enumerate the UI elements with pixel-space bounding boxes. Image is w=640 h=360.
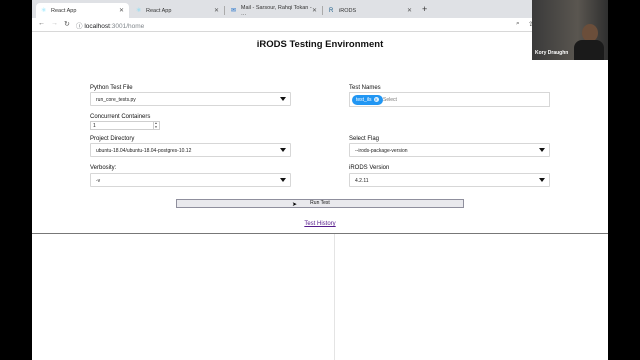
project-directory-label: Project Directory bbox=[90, 136, 135, 142]
close-icon[interactable]: ✕ bbox=[407, 7, 412, 14]
concurrent-containers-label: Concurrent Containers bbox=[90, 114, 151, 120]
run-test-button[interactable]: Run Test bbox=[176, 199, 464, 208]
browser-toolbar: ← → ↻ ⓘ localhost:3001/home ⌕ ⇪ bbox=[32, 18, 608, 32]
chevron-down-icon bbox=[539, 178, 545, 182]
irods-icon: R bbox=[329, 7, 334, 14]
concurrent-containers-input[interactable]: 1 ▲ ▼ bbox=[90, 121, 160, 130]
participant-name: Kory Draughn bbox=[535, 50, 569, 56]
browser-window: ⚛ React App ✕ ⚛ React App ✕ ✉ Mail - Sar… bbox=[32, 0, 608, 360]
verbosity-select[interactable]: -v bbox=[90, 173, 291, 187]
irods-version-label: iRODS Version bbox=[349, 165, 390, 171]
stepper-icon[interactable]: ▲ ▼ bbox=[153, 121, 158, 129]
close-icon[interactable]: ✕ bbox=[214, 7, 219, 14]
test-names-placeholder: Select bbox=[383, 97, 397, 103]
test-name-chip[interactable]: test_ils ✕ bbox=[352, 95, 383, 105]
tab-mail[interactable]: ✉ Mail - Sarsour, Rahqi Tokan - … ✕ bbox=[226, 3, 323, 18]
address-bar[interactable]: ⓘ localhost:3001/home bbox=[76, 20, 144, 30]
tab-separator bbox=[224, 6, 225, 15]
new-tab-button[interactable]: + bbox=[422, 4, 427, 14]
page-title: iRODS Testing Environment bbox=[256, 39, 384, 50]
mail-icon: ✉ bbox=[231, 7, 237, 14]
chevron-down-icon bbox=[539, 148, 545, 152]
close-icon[interactable]: ✕ bbox=[312, 7, 317, 14]
irods-version-select[interactable]: 4.2.11 bbox=[349, 173, 550, 187]
python-test-file-label: Python Test File bbox=[90, 85, 133, 91]
test-names-multiselect[interactable]: test_ils ✕ Select bbox=[349, 92, 550, 107]
verbosity-label: Verbosity: bbox=[90, 165, 117, 171]
close-icon[interactable]: ✕ bbox=[119, 7, 124, 14]
python-test-file-select[interactable]: run_core_tests.py bbox=[90, 92, 291, 106]
tab-separator bbox=[322, 6, 323, 15]
video-call-tile: Kory Draughn bbox=[532, 0, 608, 60]
react-icon: ⚛ bbox=[41, 7, 47, 14]
project-directory-select[interactable]: ubuntu-18.04/ubuntu-18.04-postgres-10.12 bbox=[90, 143, 291, 157]
tab-strip: ⚛ React App ✕ ⚛ React App ✕ ✉ Mail - Sar… bbox=[32, 0, 608, 18]
test-history-link[interactable]: Test History bbox=[32, 221, 608, 227]
chevron-down-icon bbox=[280, 148, 286, 152]
reload-icon[interactable]: ↻ bbox=[64, 20, 70, 28]
mouse-cursor-icon: ➤ bbox=[292, 202, 298, 208]
chevron-down-icon bbox=[280, 178, 286, 182]
remove-chip-icon[interactable]: ✕ bbox=[373, 97, 379, 102]
tab-irods[interactable]: R iRODS ✕ bbox=[324, 3, 417, 18]
test-names-label: Test Names bbox=[349, 85, 381, 91]
tab-react-app-1[interactable]: ⚛ React App ✕ bbox=[36, 3, 129, 18]
tab-react-app-2[interactable]: ⚛ React App ✕ bbox=[131, 3, 225, 18]
react-icon: ⚛ bbox=[136, 7, 142, 14]
results-area bbox=[32, 234, 608, 360]
back-arrow-icon[interactable]: ← bbox=[38, 20, 45, 27]
participant-body bbox=[574, 40, 604, 60]
zoom-icon[interactable]: ⌕ bbox=[516, 20, 520, 28]
pane-divider bbox=[334, 234, 335, 360]
select-flag-label: Select Flag bbox=[349, 136, 380, 142]
chevron-down-icon bbox=[280, 97, 286, 101]
select-flag-select[interactable]: --irods-package-version bbox=[349, 143, 550, 157]
forward-arrow-icon[interactable]: → bbox=[51, 20, 58, 27]
